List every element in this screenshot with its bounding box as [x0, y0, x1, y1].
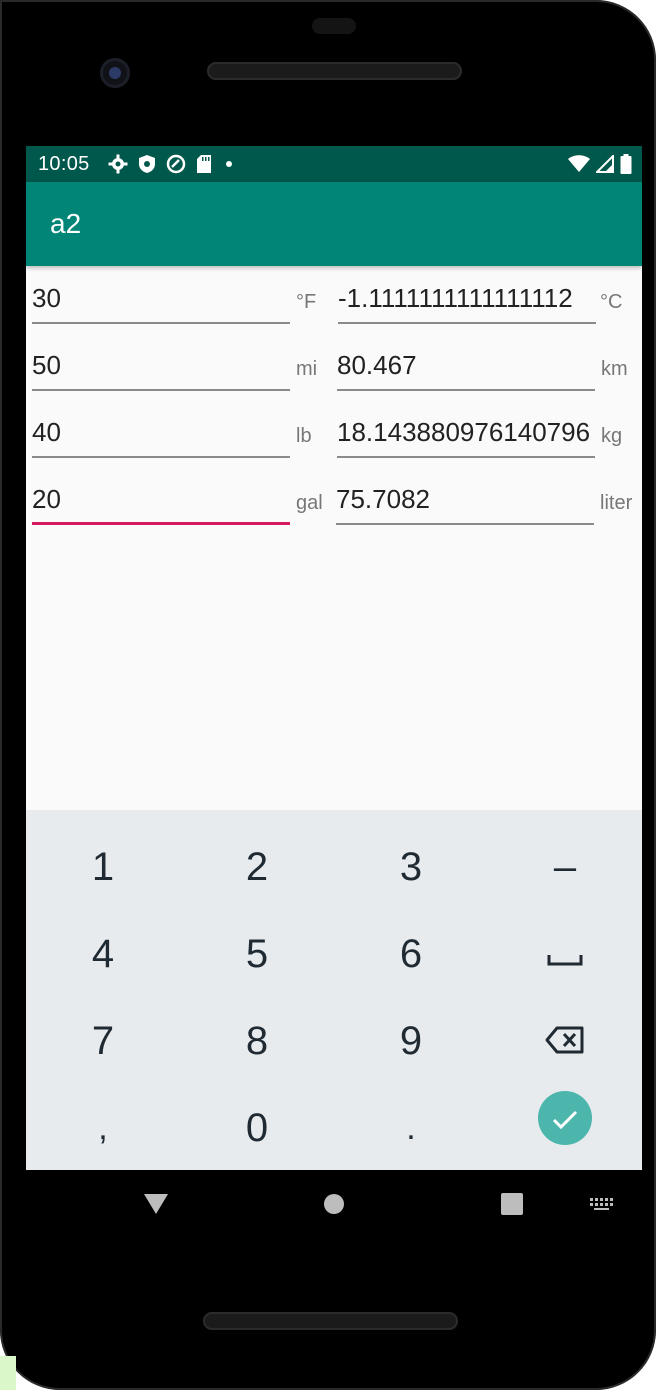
nav-keyboard-switch-button[interactable] [586, 1186, 618, 1226]
key-2[interactable]: 2 [180, 824, 334, 911]
vpn-icon [166, 154, 186, 174]
kilograms-output[interactable]: 18.143880976140796 [337, 414, 595, 458]
enter-button-circle [538, 1090, 592, 1145]
key-6[interactable]: 6 [334, 911, 488, 998]
numeric-keyboard: 1 2 3 – 4 5 6 7 8 9 , 0 . [26, 810, 642, 1170]
key-enter[interactable] [488, 1074, 642, 1161]
status-time: 10:05 [38, 153, 90, 175]
kilometers-output[interactable]: 80.467 [337, 347, 595, 391]
fahrenheit-unit-label: °F [296, 291, 317, 313]
nav-home-button[interactable] [320, 1186, 348, 1226]
key-space[interactable] [488, 911, 642, 998]
key-3[interactable]: 3 [334, 824, 488, 911]
phone-device: 10:05 a2 30 °F -1.1111111111111112 °C 50… [0, 0, 656, 1390]
key-4[interactable]: 4 [26, 911, 180, 998]
conversion-row-weight: 40 lb 18.143880976140796 kg [26, 414, 642, 474]
check-icon [552, 1095, 578, 1140]
earpiece-speaker [207, 62, 462, 80]
recents-icon [500, 1192, 524, 1221]
status-icons-right [568, 154, 632, 174]
key-comma[interactable]: , [26, 1085, 180, 1170]
liters-output[interactable]: 75.7082 [336, 481, 594, 525]
conversion-row-volume: 20 gal 75.7082 liter [26, 481, 642, 541]
navigation-bar [26, 1170, 642, 1242]
back-icon [143, 1193, 169, 1220]
app-title: a2 [50, 208, 82, 239]
key-minus[interactable]: – [488, 824, 642, 911]
gear-icon [108, 154, 128, 174]
screen: 10:05 a2 30 °F -1.1111111111111112 °C 50… [26, 146, 642, 1170]
fahrenheit-input[interactable]: 30 [32, 280, 290, 324]
home-icon [323, 1193, 345, 1220]
pounds-unit-label: lb [296, 425, 312, 447]
app-bar: a2 [26, 182, 642, 266]
miles-unit-label: mi [296, 358, 318, 380]
top-slot [312, 18, 356, 34]
kilometers-unit-label: km [601, 358, 628, 380]
front-camera [100, 58, 130, 88]
signal-icon [596, 155, 614, 173]
key-8[interactable]: 8 [180, 998, 334, 1085]
key-0[interactable]: 0 [180, 1085, 334, 1170]
bottom-speaker [203, 1312, 458, 1330]
key-5[interactable]: 5 [180, 911, 334, 998]
wifi-icon [568, 155, 590, 173]
backspace-icon [545, 1019, 585, 1064]
miles-input[interactable]: 50 [32, 347, 290, 391]
pounds-input[interactable]: 40 [32, 414, 290, 458]
gallons-input[interactable]: 20 [32, 481, 290, 525]
status-icons-left [108, 154, 236, 174]
gallons-unit-label: gal [296, 492, 323, 514]
key-1[interactable]: 1 [26, 824, 180, 911]
shield-icon [138, 154, 156, 174]
conversion-row-temperature: 30 °F -1.1111111111111112 °C [26, 280, 642, 340]
celsius-unit-label: °C [600, 291, 623, 313]
sd-card-icon [196, 154, 212, 174]
conversion-row-distance: 50 mi 80.467 km [26, 347, 642, 407]
key-7[interactable]: 7 [26, 998, 180, 1085]
key-backspace[interactable] [488, 998, 642, 1085]
battery-icon [620, 154, 632, 174]
liters-unit-label: liter [600, 492, 633, 514]
background-corner [0, 1356, 16, 1390]
kilograms-unit-label: kg [601, 425, 623, 447]
dot-icon [222, 154, 236, 174]
space-icon [547, 932, 583, 977]
status-bar: 10:05 [26, 146, 642, 182]
keyboard-switch-icon [589, 1197, 615, 1216]
key-9[interactable]: 9 [334, 998, 488, 1085]
nav-recents-button[interactable] [498, 1186, 526, 1226]
celsius-output[interactable]: -1.1111111111111112 [338, 280, 596, 324]
nav-back-button[interactable] [142, 1186, 170, 1226]
key-period[interactable]: . [334, 1085, 488, 1170]
